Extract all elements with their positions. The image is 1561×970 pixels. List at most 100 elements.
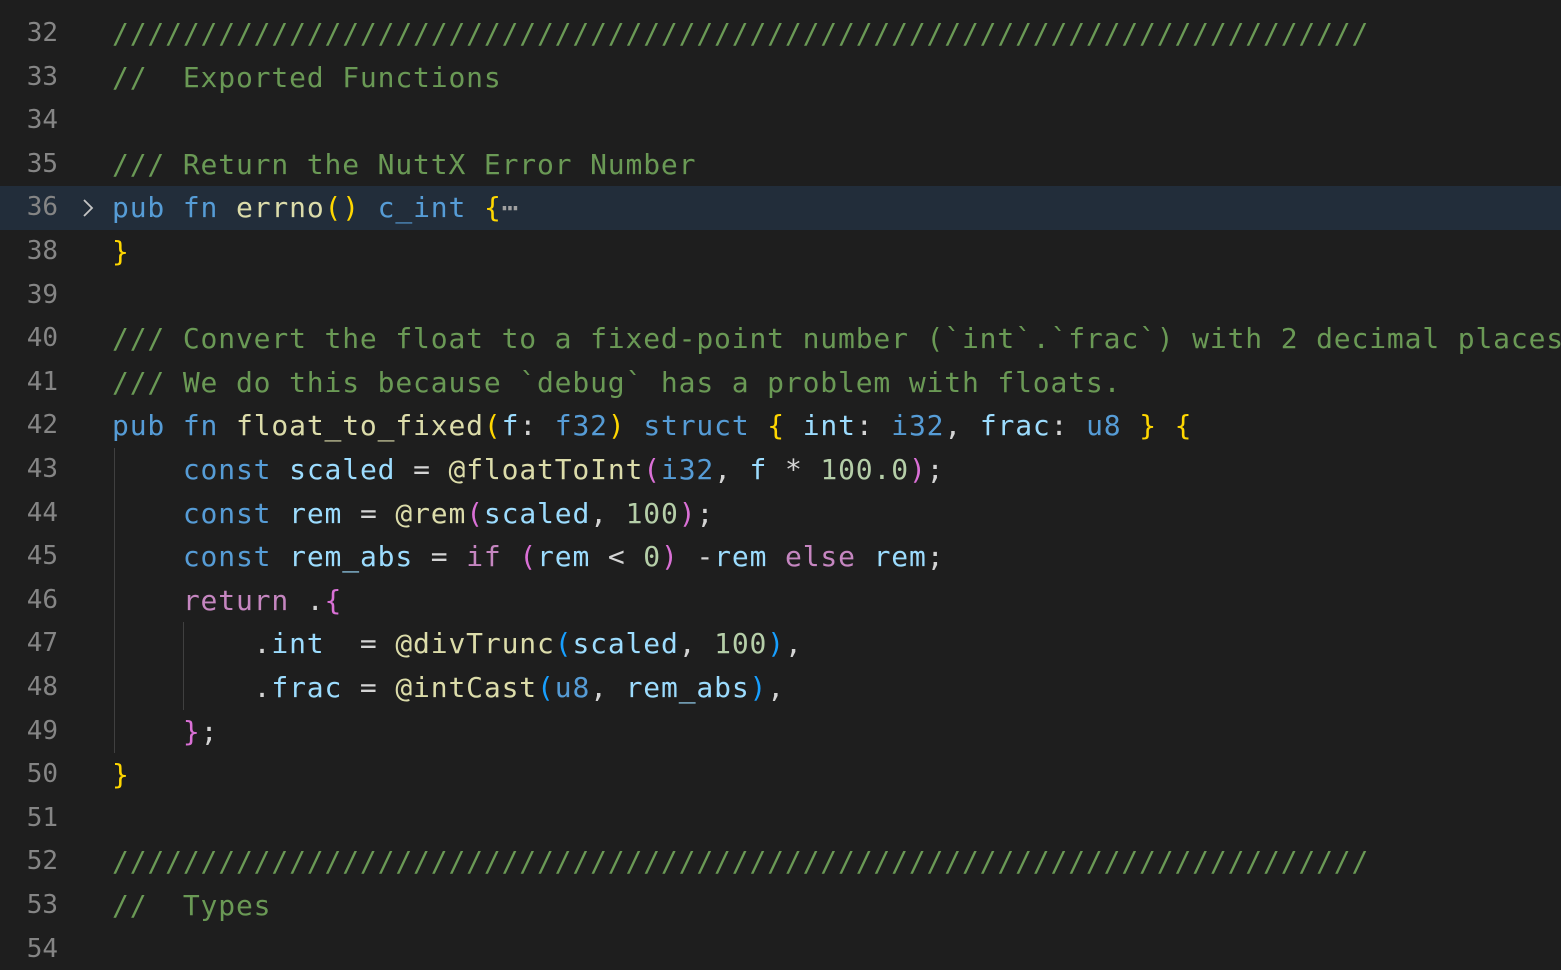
code-token: . <box>112 671 272 704</box>
line-number: 38 <box>26 236 58 266</box>
code-token: rem <box>289 496 343 530</box>
code-line-42[interactable]: 42 pub fn float_to_fixed(f: f32) struct {… <box>0 404 1561 448</box>
line-number: 34 <box>26 105 58 136</box>
code-line-39[interactable]: 39 <box>0 274 1561 318</box>
code-token: i32 <box>661 453 715 486</box>
line-number: 50 <box>26 759 58 790</box>
code-token: = <box>395 453 449 486</box>
code-token: // Types <box>112 889 272 922</box>
code-editor[interactable]: 32 //////////////////////////////////////… <box>0 0 1561 970</box>
line-number: 42 <box>26 410 58 441</box>
code-token: , <box>590 671 626 704</box>
code-token: ; <box>696 496 715 530</box>
code-token: @divTrunc <box>395 627 555 661</box>
code-token: rem_abs <box>289 540 414 574</box>
code-line-54[interactable]: 54 <box>0 928 1561 970</box>
line-number: 32 <box>26 18 58 48</box>
code-token: , <box>678 627 715 661</box>
code-token: ) <box>908 453 927 486</box>
code-line-33[interactable]: 33 // Exported Functions <box>0 56 1561 100</box>
code-token: 100 <box>714 627 768 661</box>
code-line-46[interactable]: 46 return .{ <box>0 579 1561 623</box>
code-token: , <box>714 453 750 486</box>
code-line-47[interactable]: 47 .int = @divTrunc(scaled, 100), <box>0 622 1561 666</box>
code-line-48[interactable]: 48 .frac = @intCast(u8, rem_abs), <box>0 666 1561 710</box>
code-line-40[interactable]: 40 /// Convert the float to a fixed-point… <box>0 317 1561 361</box>
code-token: ) <box>678 496 697 530</box>
code-token: struct <box>643 409 750 443</box>
code-token: ////////////////////////////////////////… <box>112 845 1370 879</box>
code-token: . <box>289 583 325 617</box>
code-text: pub fn errno() c_int {⋯ <box>112 186 519 230</box>
code-line-36[interactable]: 36 pub fn errno() c_int {⋯ <box>0 186 1561 230</box>
code-token: ; <box>926 540 945 574</box>
line-number: 40 <box>26 323 58 354</box>
code-token: const <box>182 453 272 486</box>
code-token: fn <box>182 409 219 443</box>
code-token: { <box>1174 409 1193 443</box>
code-token: { <box>483 191 502 225</box>
code-token: /// We do this because `debug` has a pro… <box>112 365 1122 399</box>
code-line-53[interactable]: 53 // Types <box>0 884 1561 928</box>
code-text: // Exported Functions <box>112 56 502 100</box>
code-token: pub <box>112 191 166 225</box>
code-line-50[interactable]: 50} <box>0 753 1561 797</box>
code-token: 100 <box>625 496 679 530</box>
code-line-34[interactable]: 34 <box>0 99 1561 143</box>
code-token: int <box>271 627 325 661</box>
code-token: const <box>182 496 272 530</box>
code-line-38[interactable]: 38} <box>0 230 1561 274</box>
line-number: 35 <box>26 148 58 179</box>
code-line-52[interactable]: 52 //////////////////////////////////////… <box>0 840 1561 884</box>
folded-ellipsis[interactable]: ⋯ <box>502 191 520 224</box>
code-token: . <box>112 627 272 661</box>
code-text: } <box>112 230 130 274</box>
code-token: } <box>112 235 130 268</box>
code-line-35[interactable]: 35 /// Return the NuttX Error Number <box>0 143 1561 187</box>
code-token: c_int <box>377 191 467 225</box>
code-line-51[interactable]: 51 <box>0 797 1561 841</box>
line-number: 39 <box>26 279 58 310</box>
chevron-right-icon[interactable] <box>78 186 98 230</box>
code-line-43[interactable]: 43 const scaled = @floatToInt(i32, f * 1… <box>0 448 1561 492</box>
code-text: .int = @divTrunc(scaled, 100), <box>112 622 803 666</box>
code-token: frac <box>271 671 343 704</box>
code-text: .frac = @intCast(u8, rem_abs), <box>112 666 785 710</box>
code-token: ( <box>519 540 538 574</box>
code-token: , <box>784 627 803 661</box>
code-line-32[interactable]: 32 //////////////////////////////////////… <box>0 12 1561 56</box>
code-token: : <box>519 409 555 443</box>
code-token: if <box>466 540 502 574</box>
code-token: ) <box>767 627 785 661</box>
code-token: @intCast <box>395 671 538 704</box>
line-number: 45 <box>26 541 58 572</box>
code-token: ; <box>926 453 945 486</box>
code-token: { <box>324 583 343 617</box>
code-line-44[interactable]: 44 const rem = @rem(scaled, 100); <box>0 492 1561 536</box>
code-token: frac <box>979 409 1051 443</box>
code-token: int <box>802 409 856 443</box>
code-token: scaled <box>572 627 679 661</box>
code-text: /// Return the NuttX Error Number <box>112 143 696 187</box>
indent-guide-outer <box>114 448 115 754</box>
code-text: /// Convert the float to a fixed-point n… <box>112 317 1561 361</box>
code-token: ( <box>466 496 484 530</box>
code-token: f32 <box>554 409 608 443</box>
code-line-41[interactable]: 41 /// We do this because `debug` has a p… <box>0 361 1561 405</box>
code-token: pub <box>112 409 166 443</box>
code-token: , <box>590 496 626 530</box>
code-token: ) <box>607 409 626 443</box>
code-line-45[interactable]: 45 const rem_abs = if (rem < 0) -rem els… <box>0 535 1561 579</box>
code-line-49[interactable]: 49 }; <box>0 710 1561 754</box>
code-text: const rem_abs = if (rem < 0) -rem else r… <box>112 535 944 579</box>
code-token: f <box>501 409 520 443</box>
